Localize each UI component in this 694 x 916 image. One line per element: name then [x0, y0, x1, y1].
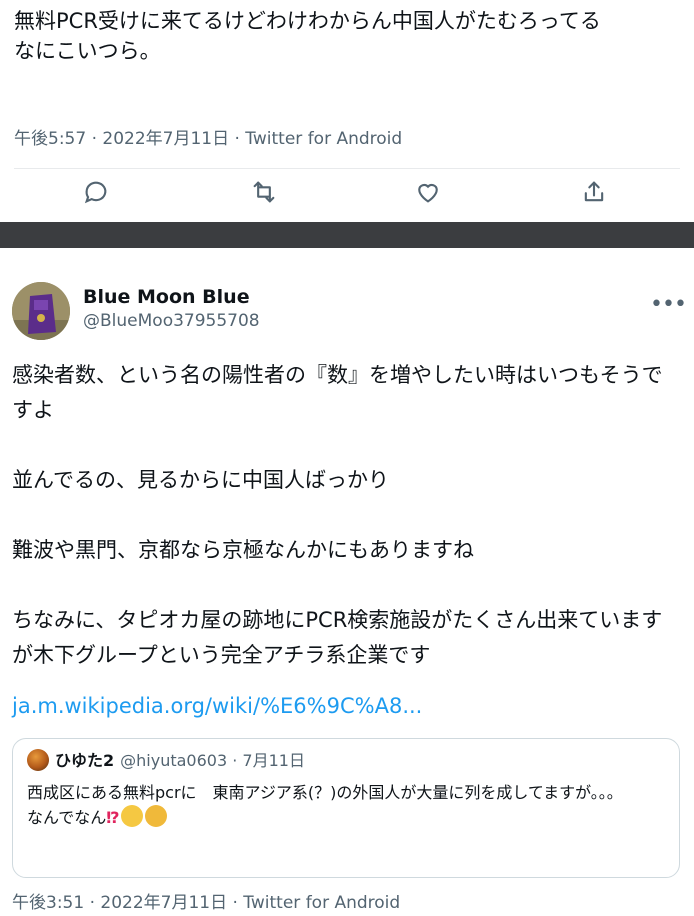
tweet-paragraph: 難波や黒門、京都なら京極なんかにもありますね	[12, 538, 474, 562]
quoted-date: · 7月11日	[232, 751, 305, 770]
avatar[interactable]	[12, 282, 70, 340]
tweet-1: 無料PCR受けに来てるけどわけわからん中国人がたむろってる なにこいつら。 午後…	[0, 0, 694, 222]
user-handle[interactable]: @BlueMoo37955708	[83, 311, 260, 331]
reply-icon[interactable]	[78, 174, 114, 210]
quoted-line: 西成区にある無料pcrに 東南アジア系(？)の外国人が大量に列を成してますが。。…	[27, 783, 623, 802]
like-icon[interactable]	[410, 174, 446, 210]
exclamation-question-icon: ⁉	[106, 808, 120, 827]
tweet-paragraph: 並んでるの、見るからに中国人ばっかり	[12, 468, 389, 492]
quoted-tweet[interactable]: ひゆた2 @hiyuta0603 · 7月11日 西成区にある無料pcrに 東南ア…	[12, 738, 680, 878]
more-options-icon[interactable]: •••	[650, 292, 687, 317]
tweet-paragraph: ちなみに、タピオカ屋の跡地にPCR検索施設がたくさん出来ていますが木下グループと…	[12, 608, 663, 667]
tweet-2-text: 感染者数、という名の陽性者の『数』を増やしたい時はいつもそうですよ 並んでるの、…	[12, 358, 680, 673]
divider	[14, 168, 680, 169]
quoted-display-name: ひゆた2	[55, 751, 115, 770]
tweet-1-timestamp[interactable]: 午後5:57 · 2022年7月11日 · Twitter for Androi…	[14, 124, 402, 149]
tweet-2: Blue Moon Blue @BlueMoo37955708 ••• 感染者数…	[0, 248, 694, 916]
tweet-2-timestamp[interactable]: 午後3:51 · 2022年7月11日 · Twitter for Androi…	[12, 888, 400, 913]
quoted-avatar	[27, 749, 49, 771]
quoted-line-text: なんでなん	[27, 808, 107, 827]
quoted-handle: @hiyuta0603	[120, 751, 228, 770]
tweet-paragraph: 感染者数、という名の陽性者の『数』を増やしたい時はいつもそうですよ	[12, 363, 663, 422]
wikipedia-link[interactable]: ja.m.wikipedia.org/wiki/%E6%9C%A8...	[12, 694, 422, 718]
screenshot-separator	[0, 222, 694, 248]
share-icon[interactable]	[576, 174, 612, 210]
retweet-icon[interactable]	[246, 174, 282, 210]
tweet-actions-bar	[0, 172, 694, 216]
quoted-tweet-header: ひゆた2 @hiyuta0603 · 7月11日	[27, 747, 305, 771]
thinking-face-icon	[145, 805, 168, 827]
tweet-1-text: 無料PCR受けに来てるけどわけわからん中国人がたむろってる なにこいつら。	[14, 9, 601, 63]
screaming-face-icon	[121, 805, 144, 827]
display-name[interactable]: Blue Moon Blue	[83, 286, 250, 308]
quoted-tweet-text: 西成区にある無料pcrに 東南アジア系(？)の外国人が大量に列を成してますが。。…	[27, 781, 667, 830]
quoted-line: なんでなん⁉	[27, 805, 667, 830]
